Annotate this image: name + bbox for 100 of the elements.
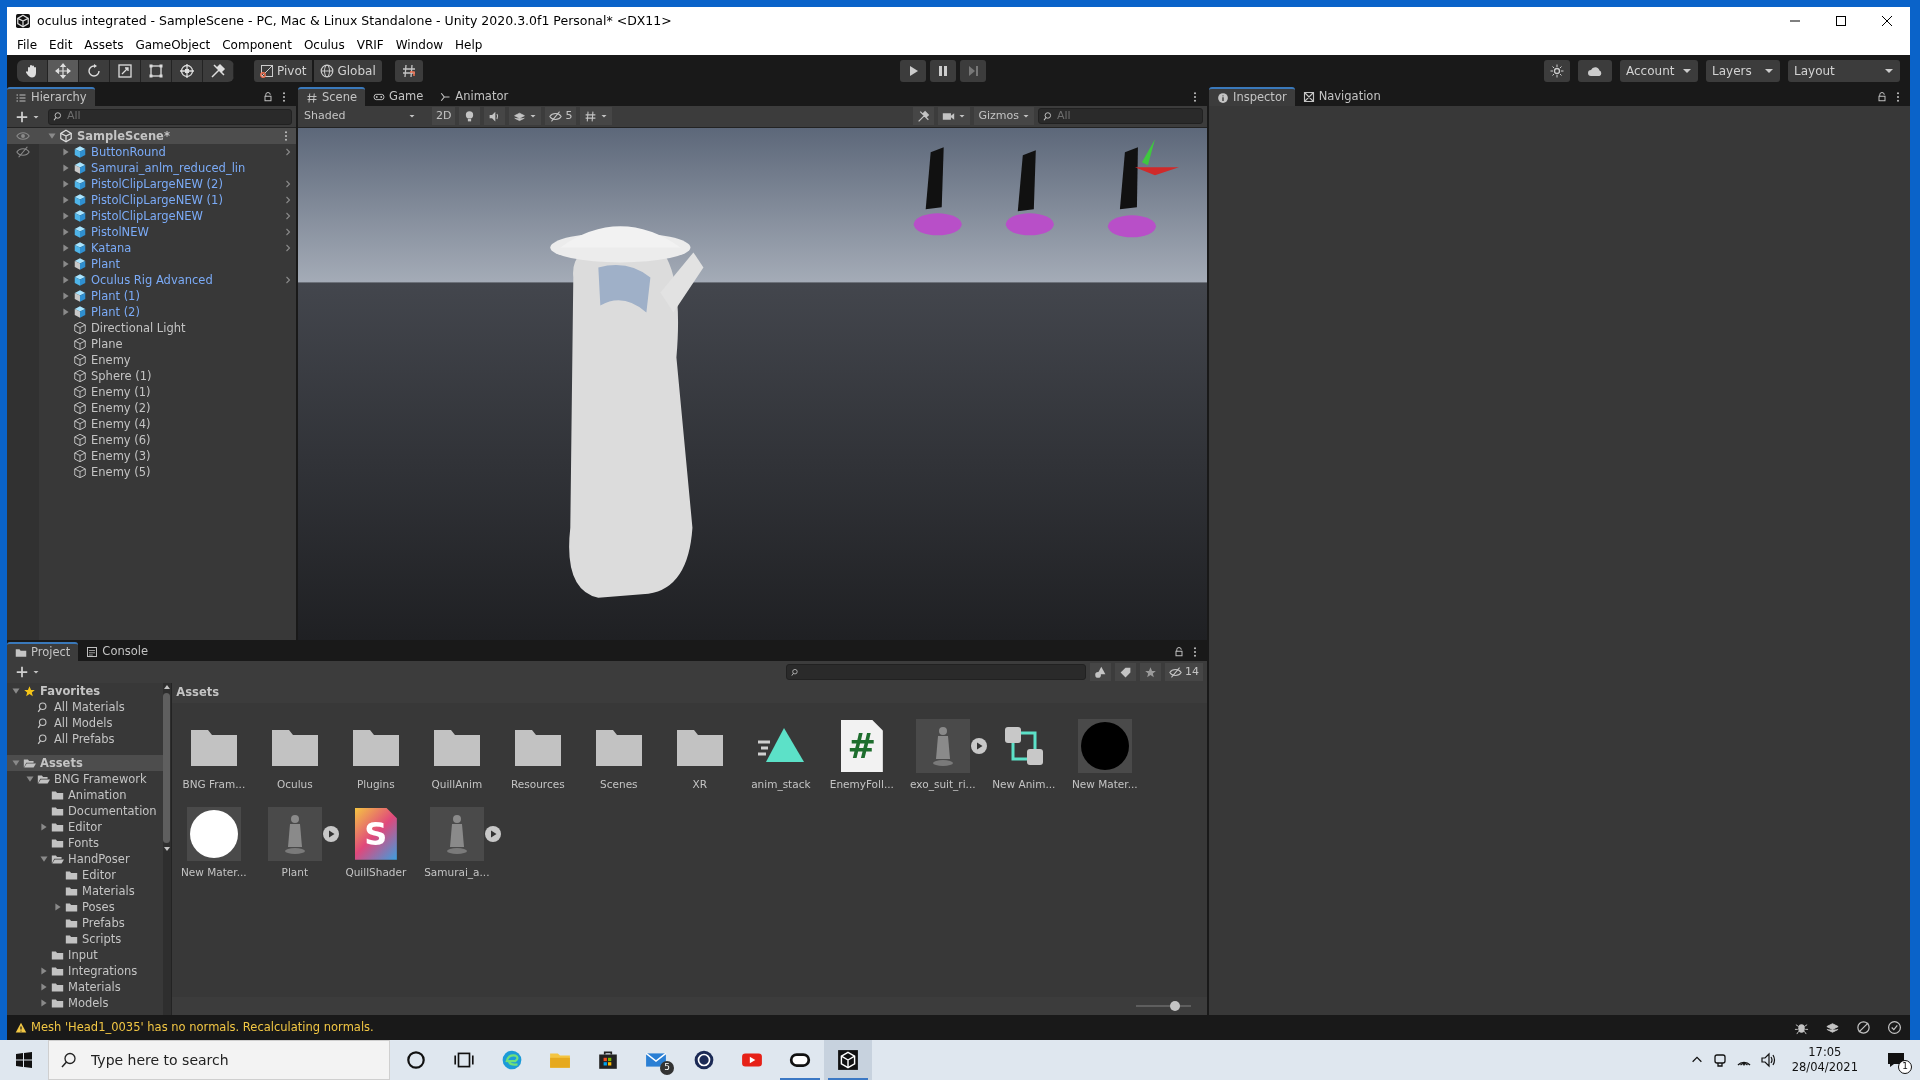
hierarchy-item[interactable]: Enemy (5) — [91, 464, 296, 480]
asset-label[interactable]: QuillAnim — [431, 777, 483, 793]
pause-button[interactable] — [930, 60, 957, 82]
search-input[interactable]: Type here to search — [89, 1048, 377, 1072]
hierarchy-item[interactable]: Enemy — [91, 352, 296, 368]
hierarchy-item[interactable]: Plant — [91, 256, 296, 272]
panel-tab[interactable]: Inspector — [1209, 87, 1295, 106]
clock[interactable]: 17:05 28/04/2021 — [1791, 1045, 1858, 1075]
lighting-button[interactable] — [1544, 60, 1570, 82]
effects-dropdown[interactable] — [509, 107, 542, 126]
lock-icon[interactable] — [1173, 646, 1185, 658]
notification-button[interactable]: 1 — [1872, 1040, 1920, 1080]
asset-label[interactable]: exo_suit_ri... — [910, 777, 976, 793]
menu-item[interactable]: Window — [389, 35, 450, 55]
2d-toggle[interactable]: 2D — [432, 107, 456, 126]
account-dropdown[interactable]: Account — [1620, 60, 1698, 82]
hierarchy-item[interactable]: PistolClipLargeNEW — [91, 208, 282, 224]
global-button[interactable]: Global — [314, 60, 382, 82]
check-circle-icon[interactable] — [1887, 1020, 1902, 1035]
rect-tool-tool-button[interactable] — [141, 60, 172, 82]
menu-item[interactable]: Edit — [43, 35, 79, 55]
hierarchy-item[interactable]: Enemy (2) — [91, 400, 296, 416]
cloud-button[interactable] — [1578, 60, 1612, 82]
play-button[interactable] — [970, 738, 987, 754]
tools-tool-button[interactable] — [203, 60, 234, 82]
label-tag-button[interactable] — [1115, 663, 1136, 681]
panel-tab[interactable]: Navigation — [1294, 87, 1389, 106]
play-button[interactable] — [322, 825, 339, 842]
status-message[interactable]: Mesh 'Head1_0035' has no normals. Recalculating normals. — [31, 1018, 1778, 1037]
tree-item[interactable]: Fonts — [68, 835, 100, 851]
menu-item[interactable]: Help — [449, 35, 489, 55]
hierarchy-item[interactable]: Enemy (3) — [91, 448, 296, 464]
hierarchy-item[interactable]: ButtonRound — [91, 144, 282, 160]
asset-label[interactable]: Scenes — [600, 777, 638, 793]
hierarchy-item[interactable]: PistolNEW — [91, 224, 282, 240]
scrollbar[interactable] — [162, 683, 172, 1015]
hierarchy-item[interactable]: PistolClipLargeNEW (1) — [91, 192, 282, 208]
hierarchy-item[interactable]: Enemy (4) — [91, 416, 296, 432]
rotate-tool-button[interactable] — [79, 60, 110, 82]
search-field[interactable] — [786, 664, 1086, 680]
move-tool-button[interactable] — [48, 60, 79, 82]
taskbar-app[interactable] — [824, 1040, 872, 1080]
tree-item[interactable]: Prefabs — [82, 915, 125, 931]
taskbar-search-field[interactable]: Type here to search — [48, 1040, 390, 1080]
menu-item[interactable]: File — [11, 35, 44, 55]
tree-item[interactable]: Integrations — [68, 963, 138, 979]
hand-tool-button[interactable] — [17, 60, 48, 82]
tree-item[interactable]: All Materials — [54, 699, 125, 715]
asset-label[interactable]: BNG Fram... — [182, 777, 246, 793]
menu-item[interactable]: GameObject — [129, 35, 217, 55]
tree-item[interactable]: Assets — [40, 755, 83, 771]
hierarchy-item[interactable]: Plane — [91, 336, 296, 352]
light-toggle[interactable] — [459, 107, 481, 126]
hierarchy-item[interactable]: Enemy (6) — [91, 432, 296, 448]
tree-item[interactable]: Materials — [82, 883, 135, 899]
breadcrumb[interactable]: Assets — [176, 684, 220, 702]
transform-tool-button[interactable] — [172, 60, 203, 82]
hidden-packages-toggle[interactable]: 14 — [1165, 663, 1203, 681]
hierarchy-item[interactable]: PistolClipLargeNEW (2) — [91, 176, 282, 192]
menu-item[interactable]: Component — [216, 35, 298, 55]
grid-snap-button[interactable] — [394, 60, 423, 82]
tree-item[interactable]: Scripts — [82, 931, 122, 947]
scale-tool-button[interactable] — [110, 60, 141, 82]
menu-item[interactable]: Assets — [78, 35, 130, 55]
tree-item[interactable]: All Models — [54, 715, 113, 731]
step-button[interactable] — [960, 60, 987, 82]
panel-tab[interactable]: Hierarchy — [7, 87, 95, 106]
lock-icon[interactable] — [1876, 91, 1888, 103]
no-network-icon[interactable] — [1856, 1020, 1871, 1035]
layers-dropdown[interactable]: Layers — [1706, 60, 1780, 82]
audio-toggle[interactable] — [484, 107, 506, 126]
tree-item[interactable]: Poses — [82, 899, 115, 915]
gizmos-dropdown[interactable]: Gizmos — [974, 107, 1034, 126]
asset-label[interactable]: Oculus — [276, 777, 313, 793]
panel-tab[interactable]: Animator — [431, 87, 517, 106]
hierarchy-item[interactable]: Oculus Rig Advanced — [91, 272, 282, 288]
asset-label[interactable]: Resources — [511, 777, 565, 793]
asset-label[interactable]: Samurai_a... — [424, 864, 490, 881]
tree-item[interactable]: Input — [68, 947, 98, 963]
layers-icon[interactable] — [1825, 1020, 1840, 1035]
hierarchy-item[interactable]: Katana — [91, 240, 282, 256]
play-button[interactable] — [900, 60, 927, 82]
favorite-star-button[interactable] — [1140, 663, 1161, 681]
asset-label[interactable]: QuillShader — [345, 864, 407, 881]
volume-icon[interactable] — [1759, 1052, 1776, 1068]
pivot-button[interactable]: Pivot — [254, 60, 313, 82]
filter-type-button[interactable] — [1090, 663, 1111, 681]
asset-label[interactable]: anim_stack — [751, 777, 811, 793]
lock-icon[interactable] — [262, 91, 274, 103]
tree-item[interactable]: Editor — [68, 819, 103, 835]
tree-item[interactable]: HandPoser — [68, 851, 130, 867]
slider-thumb[interactable] — [1169, 1001, 1180, 1011]
hidden-icon[interactable] — [16, 145, 30, 159]
hierarchy-item[interactable]: Samurai_anlm_reduced_lin — [91, 160, 296, 176]
grid-dropdown[interactable] — [580, 107, 613, 126]
hierarchy-item[interactable]: Plant (2) — [91, 304, 296, 320]
meeting-icon[interactable] — [1711, 1052, 1728, 1068]
asset-label[interactable]: Plugins — [357, 777, 395, 793]
panel-tab[interactable]: Console — [78, 642, 156, 661]
asset-label[interactable]: Plant — [281, 864, 309, 881]
